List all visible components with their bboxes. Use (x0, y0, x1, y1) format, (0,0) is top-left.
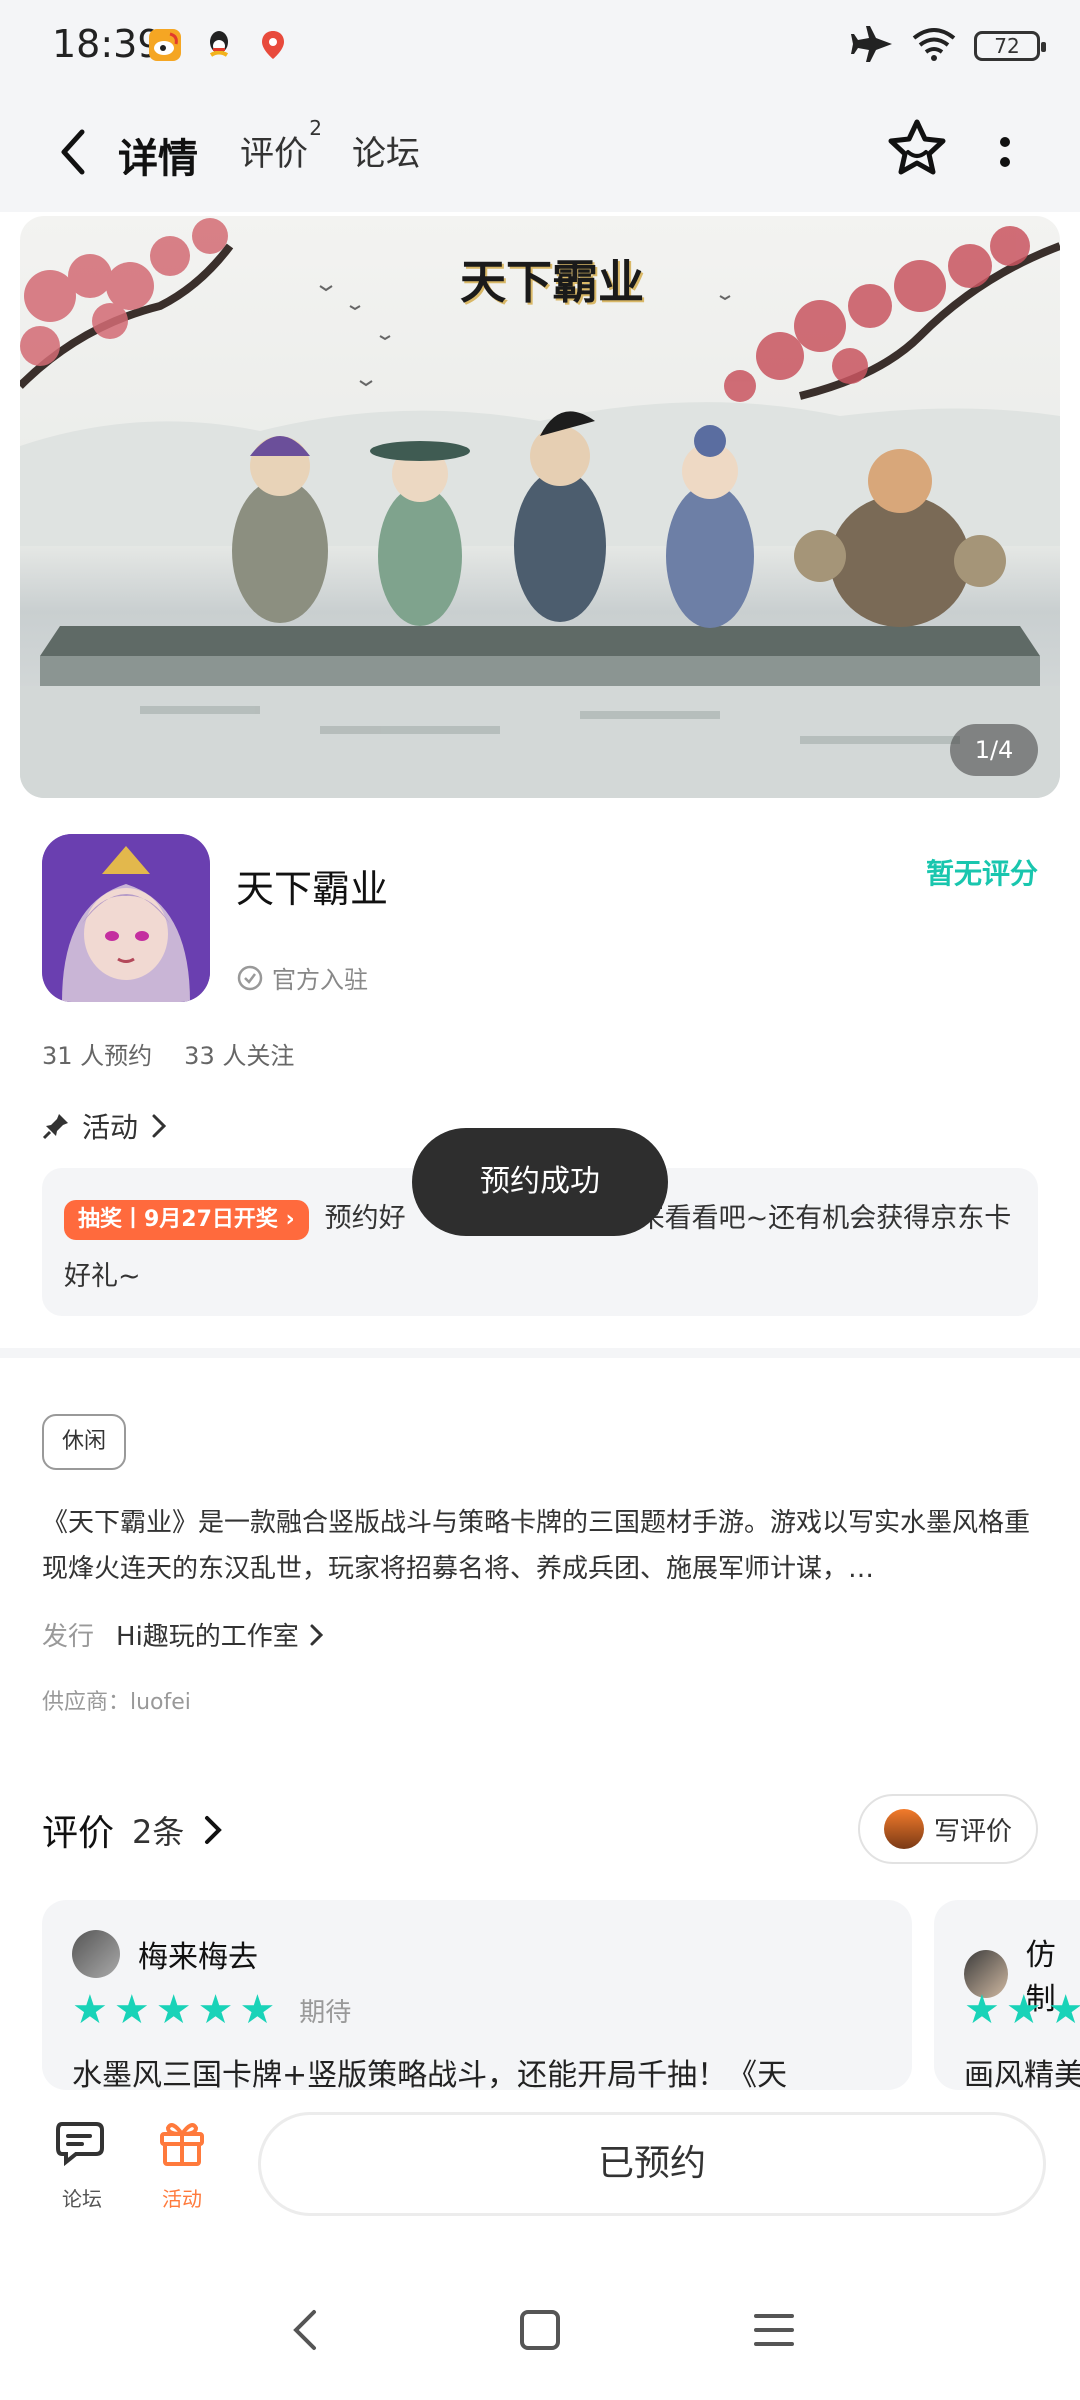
reviewer-avatar (72, 1930, 120, 1978)
check-circle-icon (237, 965, 263, 990)
reviews-header[interactable]: 评价 2条 (42, 1804, 224, 1856)
more-vertical-icon (1000, 137, 1010, 167)
publisher-link[interactable]: Hi趣玩的工作室 (116, 1616, 325, 1653)
square-icon (520, 2310, 560, 2350)
chevron-right-icon (205, 1816, 223, 1844)
reviews-count: 2条 (132, 1813, 185, 1851)
tab-reviews-label: 评价 (240, 134, 308, 174)
star-icon: ★ (1005, 1987, 1042, 2033)
tab-forum-label: 论坛 (352, 134, 420, 174)
star-icon: ★ (72, 1987, 108, 2033)
star-icon: ★ (155, 1987, 192, 2033)
qq-icon (202, 28, 236, 62)
star-outline-icon (888, 119, 946, 175)
wifi-icon (912, 26, 956, 66)
status-time: 18:39 (52, 22, 162, 66)
forum-button[interactable]: 论坛 (42, 2114, 122, 2212)
gift-icon (160, 2123, 204, 2166)
status-right: 72 (850, 24, 1046, 68)
activity-text-start: 预约好 (324, 1203, 406, 1234)
tab-forum[interactable]: 论坛 (352, 126, 420, 175)
lottery-badge[interactable]: 抽奖丨9月27日开奖 › (64, 1199, 309, 1240)
tab-reviews[interactable]: 评价 2 (240, 116, 322, 175)
publisher-row[interactable]: 发行 Hi趣玩的工作室 (42, 1616, 325, 1653)
status-bar: 18:39 72 (0, 0, 1080, 92)
status-app-icons (148, 28, 290, 62)
chevron-right-icon (152, 1114, 167, 1138)
official-label: 官方入驻 (272, 966, 368, 994)
map-icon (256, 28, 290, 62)
reservation-count: 31 人预约 (42, 1042, 153, 1070)
toast-message: 预约成功 (412, 1128, 668, 1236)
activity-section-header[interactable]: 活动 (42, 1106, 168, 1146)
star-icon: ★ (113, 1987, 150, 2033)
star-icon: ★ (1047, 1987, 1080, 2033)
favorite-button[interactable] (884, 116, 950, 182)
chevron-left-icon (61, 129, 85, 175)
review-card[interactable]: 仿制 ★ ★ ★ 画风精美 (934, 1900, 1080, 2090)
system-home-button[interactable] (510, 2300, 570, 2360)
game-stats: 31 人预约 33 人关注 (42, 1036, 294, 1071)
weibo-icon (148, 28, 182, 62)
game-title: 天下霸业 (236, 867, 389, 911)
menu-icon (754, 2314, 794, 2346)
battery-icon: 72 (974, 31, 1046, 61)
pin-icon (42, 1114, 68, 1140)
reserved-button[interactable]: 已预约 (258, 2112, 1046, 2216)
section-divider (0, 1348, 1080, 1358)
tab-reviews-badge: 2 (309, 116, 322, 140)
activity-heading: 活动 (82, 1111, 139, 1144)
system-nav-bar (0, 2240, 1080, 2400)
chevron-right-icon (310, 1624, 323, 1645)
review-text: 水墨风三国卡牌+竖版策略战斗，还能开局千抽！《天 (72, 2058, 788, 2090)
star-icon: ★ (239, 1987, 276, 2033)
forum-label: 论坛 (62, 2187, 102, 2211)
review-card[interactable]: 梅来梅去 ★ ★ ★ ★ ★ 期待 水墨风三国卡牌+竖版策略战斗，还能开局千抽！… (42, 1900, 912, 2090)
bottom-action-bar: 论坛 活动 已预约 (0, 2090, 1080, 2240)
top-nav: 详情 评价 2 论坛 (0, 92, 1080, 212)
user-avatar (883, 1809, 924, 1849)
review-text: 画风精美 (964, 2058, 1080, 2090)
system-back-button[interactable] (276, 2300, 336, 2360)
publisher-name: Hi趣玩的工作室 (116, 1622, 299, 1652)
review-status: 期待 (299, 1997, 352, 2028)
star-icon: ★ (197, 1987, 234, 2033)
more-button[interactable] (990, 122, 1020, 182)
system-menu-button[interactable] (744, 2300, 804, 2360)
review-stars: ★ ★ ★ (964, 1990, 1080, 2030)
official-badge: 官方入驻 (236, 960, 368, 995)
publisher-label: 发行 (42, 1622, 95, 1652)
reviewer-info: 梅来梅去 (72, 1930, 258, 1978)
reviewer-name: 梅来梅去 (138, 1940, 258, 1975)
chat-bubble-icon (56, 2122, 104, 2167)
star-icon: ★ (964, 1987, 1000, 2033)
screenshot-carousel[interactable]: 天下霸业 1/4 (20, 216, 1060, 798)
rating-text: 暂无评分 (925, 857, 1038, 890)
banner-logo: 天下霸业 (460, 255, 644, 309)
activity-label: 活动 (162, 2187, 202, 2211)
carousel-page-indicator: 1/4 (950, 724, 1038, 776)
reviews-title: 评价 (42, 1813, 115, 1854)
write-review-button[interactable]: 写评价 (858, 1794, 1038, 1864)
game-app-icon (42, 834, 210, 1002)
write-review-label: 写评价 (933, 1816, 1012, 1847)
activity-button[interactable]: 活动 (142, 2114, 222, 2212)
airplane-icon (850, 24, 894, 68)
back-button[interactable] (44, 122, 104, 182)
game-description[interactable]: 《天下霸业》是一款融合竖版战斗与策略卡牌的三国题材手游。游戏以写实水墨风格重现烽… (42, 1500, 1038, 1592)
chevron-left-icon (293, 2310, 316, 2350)
tab-detail-label: 详情 (118, 136, 198, 182)
genre-tag[interactable]: 休闲 (42, 1414, 127, 1470)
lottery-badge-label: 抽奖丨9月27日开奖 (78, 1206, 278, 1232)
tab-detail[interactable]: 详情 (114, 126, 198, 186)
supplier-text: 供应商：luofei (42, 1690, 191, 1715)
review-stars: ★ ★ ★ ★ ★ 期待 (72, 1990, 351, 2030)
follower-count: 33 人关注 (184, 1042, 295, 1070)
